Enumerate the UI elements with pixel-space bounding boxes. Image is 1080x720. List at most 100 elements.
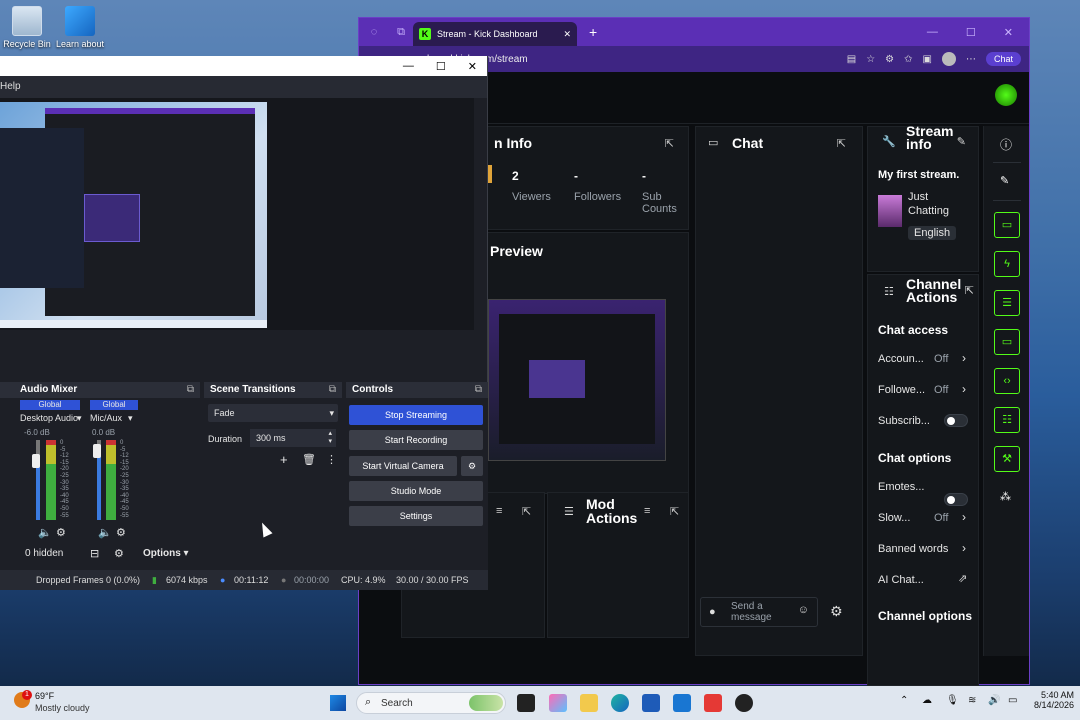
stream-preview-video[interactable]: [488, 299, 666, 461]
account-chevron-icon[interactable]: ›: [962, 351, 966, 365]
layout-icon[interactable]: ⁂: [1000, 490, 1011, 503]
obs-preview-canvas[interactable]: [0, 102, 267, 328]
battery-icon[interactable]: ▭: [1008, 695, 1017, 706]
virtual-camera-settings-button[interactable]: ⚙: [461, 456, 483, 476]
learn-about-desktop-icon[interactable]: Learn about: [45, 6, 115, 49]
menu-help[interactable]: Help: [0, 81, 21, 92]
add-transition-icon[interactable]: +: [280, 452, 288, 467]
panel-popout-icon[interactable]: ⇱: [522, 505, 531, 518]
sidebar-item-quick-actions[interactable]: ϟ: [994, 251, 1020, 277]
desktop-audio-dropdown-icon[interactable]: ▾: [77, 413, 82, 424]
kick-user-avatar[interactable]: [995, 84, 1017, 106]
emotes-toggle[interactable]: [944, 493, 968, 506]
banned-words-link[interactable]: Banned words: [878, 543, 948, 555]
maximize-icon[interactable]: ☐: [966, 26, 976, 39]
copilot-chat-button[interactable]: Chat: [985, 52, 1021, 66]
tray-chevron-icon[interactable]: ⌃: [900, 695, 908, 706]
profile-icon[interactable]: ◌: [359, 26, 389, 38]
ai-chat-link[interactable]: AI Chat...: [878, 574, 924, 586]
banned-words-chevron-icon[interactable]: ›: [962, 541, 966, 555]
info-icon[interactable]: ⓘ: [1000, 136, 1012, 153]
studio-mode-button[interactable]: Studio Mode: [349, 481, 483, 501]
desktop-audio-fader-handle[interactable]: [32, 454, 40, 468]
subscribers-toggle[interactable]: [944, 414, 968, 427]
obs-taskbar-icon[interactable]: [735, 694, 753, 712]
obs-close-icon[interactable]: ✕: [468, 60, 477, 73]
transition-menu-icon[interactable]: ⋮: [326, 453, 337, 466]
store-icon[interactable]: [642, 694, 660, 712]
filter-icon[interactable]: ≡: [496, 505, 502, 517]
mod-popout-icon[interactable]: ⇱: [670, 505, 679, 518]
cloud-icon[interactable]: ☁: [922, 695, 932, 706]
volume-icon[interactable]: 🔊: [988, 695, 1000, 706]
obs-maximize-icon[interactable]: ☐: [436, 60, 446, 73]
extensions-icon[interactable]: ⚙: [885, 54, 894, 65]
start-button-icon[interactable]: [330, 695, 346, 711]
channel-actions-popout-icon[interactable]: ⇱: [965, 284, 974, 297]
file-explorer-icon[interactable]: [580, 694, 598, 712]
more-icon[interactable]: ⋯: [966, 54, 976, 65]
followers-only-value[interactable]: Off: [934, 384, 948, 396]
sidebar-item-channel[interactable]: ☷: [994, 407, 1020, 433]
transition-select[interactable]: Fade ▾: [208, 404, 338, 422]
minimize-icon[interactable]: —: [927, 26, 938, 39]
tab-actions-icon[interactable]: ⧉: [389, 26, 413, 39]
close-icon[interactable]: ✕: [1004, 26, 1013, 39]
followers-chevron-icon[interactable]: ›: [962, 382, 966, 396]
youtube-icon[interactable]: [704, 694, 722, 712]
taskbar-search[interactable]: ⌕ Search: [356, 692, 506, 714]
start-virtual-camera-button[interactable]: Start Virtual Camera: [349, 456, 457, 476]
controls-popout-icon[interactable]: ⧉: [475, 382, 482, 398]
sidebar-item-mod[interactable]: ‹›: [994, 368, 1020, 394]
duration-spinbox[interactable]: 300 ms ▴ ▾: [250, 429, 336, 447]
mod-filter-icon[interactable]: ≡: [644, 505, 650, 517]
popout-icon[interactable]: ⇱: [665, 137, 674, 150]
duration-stepper-icon[interactable]: ▴ ▾: [328, 430, 332, 446]
options-button[interactable]: Options ▾: [143, 548, 189, 559]
stop-streaming-button[interactable]: Stop Streaming: [349, 405, 483, 425]
start-recording-button[interactable]: Start Recording: [349, 430, 483, 450]
edit-stream-icon[interactable]: ✎: [957, 135, 966, 148]
external-link-icon[interactable]: ⇗: [958, 572, 967, 585]
desktop-audio-fader[interactable]: [36, 440, 40, 520]
mic-monitor-icon[interactable]: ⚙: [116, 526, 126, 539]
clock[interactable]: 5:40 AM 8/14/2026: [1034, 690, 1074, 710]
outlook-icon[interactable]: [673, 694, 691, 712]
collections-icon[interactable]: ▣: [923, 54, 932, 65]
mic-dropdown-icon[interactable]: ▾: [128, 413, 133, 424]
account-age-value[interactable]: Off: [934, 353, 948, 365]
mic-mute-icon[interactable]: 🔈: [98, 526, 112, 539]
reader-icon[interactable]: ▤: [847, 54, 856, 65]
mic-tray-icon[interactable]: 🎙: [946, 695, 959, 706]
chat-input[interactable]: ● Send a message ☺: [700, 597, 818, 627]
slow-chevron-icon[interactable]: ›: [962, 510, 966, 524]
browser-tab[interactable]: K Stream - Kick Dashboard ✕: [413, 22, 577, 46]
slow-mode-value[interactable]: Off: [934, 512, 948, 524]
edit-icon[interactable]: ✎: [1000, 174, 1009, 187]
chat-settings-icon[interactable]: ⚙: [830, 603, 843, 620]
desktop-monitor-icon[interactable]: ⚙: [56, 526, 66, 539]
sidebar-item-tools[interactable]: ⚒: [994, 446, 1020, 472]
scene-transitions-popout-icon[interactable]: ⧉: [329, 382, 336, 398]
desktop-mute-icon[interactable]: 🔈: [38, 526, 52, 539]
sidebar-item-list[interactable]: ☰: [994, 290, 1020, 316]
advanced-audio-icon[interactable]: ⚙: [114, 547, 124, 560]
avatar[interactable]: [941, 52, 956, 66]
chat-popout-icon[interactable]: ⇱: [837, 137, 846, 150]
obs-minimize-icon[interactable]: —: [403, 60, 414, 72]
layout-toggle-icon[interactable]: ⊟: [90, 547, 99, 560]
task-view-icon[interactable]: [517, 694, 535, 712]
tab-close-icon[interactable]: ✕: [563, 29, 571, 40]
mic-fader-handle[interactable]: [93, 444, 101, 458]
new-tab-icon[interactable]: +: [589, 24, 597, 40]
favorites-bar-icon[interactable]: ✩: [904, 54, 912, 65]
emoji-icon[interactable]: ☺: [798, 604, 809, 616]
settings-button[interactable]: Settings: [349, 506, 483, 526]
sidebar-item-chat[interactable]: ▭: [994, 329, 1020, 355]
copilot-icon[interactable]: [549, 694, 567, 712]
remove-transition-icon[interactable]: 🗑: [302, 453, 316, 466]
favorite-icon[interactable]: ☆: [866, 54, 875, 65]
audio-mixer-popout-icon[interactable]: ⧉: [187, 382, 194, 398]
wifi-icon[interactable]: ≋: [968, 695, 976, 706]
sidebar-item-preview[interactable]: ▭: [994, 212, 1020, 238]
